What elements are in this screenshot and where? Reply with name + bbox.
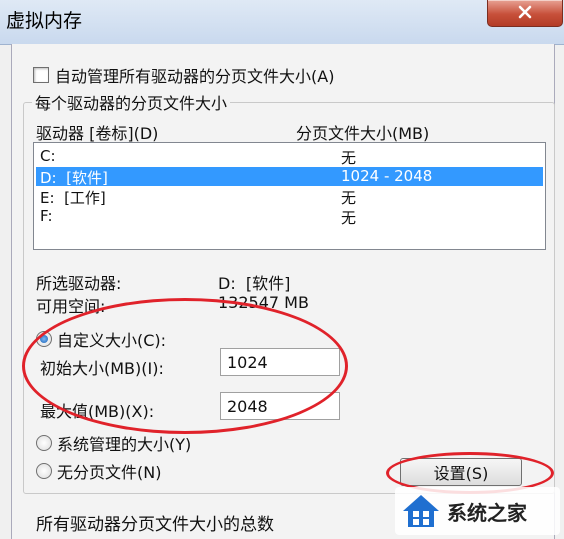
close-button[interactable] bbox=[487, 0, 563, 27]
watermark-logo-icon bbox=[403, 495, 439, 527]
total-section-label: 所有驱动器分页文件大小的总数 bbox=[36, 515, 274, 535]
auto-manage-checkbox[interactable] bbox=[33, 67, 49, 83]
watermark-text: 系统之家 bbox=[447, 500, 527, 525]
selected-drive-label: 所选驱动器: bbox=[36, 274, 122, 293]
drive-row-e[interactable]: E: [工作] 无 bbox=[36, 187, 543, 207]
drive-row-c[interactable]: C: 无 bbox=[36, 147, 543, 167]
drive-name: D: [软件] bbox=[40, 169, 108, 187]
drive-row-d[interactable]: D: [软件] 1024 - 2048 bbox=[36, 167, 543, 187]
free-space-value: 132547 MB bbox=[218, 293, 309, 312]
group-legend: 每个驱动器的分页文件大小 bbox=[32, 90, 231, 114]
system-managed-label: 系统管理的大小(Y) bbox=[57, 435, 192, 454]
system-managed-radio-row[interactable]: 系统管理的大小(Y) bbox=[36, 433, 192, 454]
no-paging-radio[interactable] bbox=[36, 463, 52, 479]
drive-paging-size: 1024 - 2048 bbox=[341, 167, 433, 185]
drive-paging-size: 无 bbox=[341, 189, 357, 207]
selected-drive-value: D: [软件] bbox=[218, 274, 291, 293]
initial-size-input[interactable]: 1024 bbox=[220, 348, 340, 376]
set-button[interactable]: 设置(S) bbox=[400, 458, 522, 486]
max-size-input[interactable]: 2048 bbox=[220, 392, 340, 420]
max-size-label: 最大值(MB)(X): bbox=[40, 402, 155, 421]
drive-paging-size: 无 bbox=[341, 209, 357, 227]
system-managed-radio[interactable] bbox=[36, 435, 52, 451]
column-header-size: 分页文件大小(MB) bbox=[296, 124, 430, 143]
no-paging-label: 无分页文件(N) bbox=[57, 463, 162, 482]
auto-manage-label: 自动管理所有驱动器的分页文件大小(A) bbox=[55, 67, 335, 86]
drive-name: C: bbox=[40, 147, 56, 165]
drive-paging-size: 无 bbox=[341, 149, 357, 167]
no-paging-radio-row[interactable]: 无分页文件(N) bbox=[36, 461, 162, 482]
close-icon bbox=[518, 5, 532, 19]
drive-name: F: bbox=[40, 207, 53, 225]
column-header-drive: 驱动器 [卷标](D) bbox=[36, 124, 159, 143]
custom-size-radio[interactable] bbox=[36, 331, 52, 347]
title-bar: 虚拟内存 bbox=[0, 0, 564, 45]
window-title: 虚拟内存 bbox=[6, 10, 83, 32]
watermark: 系统之家 bbox=[395, 487, 560, 535]
drive-name: E: [工作] bbox=[40, 189, 106, 207]
custom-size-label: 自定义大小(C): bbox=[57, 331, 167, 350]
initial-size-label: 初始大小(MB)(I): bbox=[40, 359, 164, 378]
custom-size-radio-row[interactable]: 自定义大小(C): bbox=[36, 329, 167, 350]
free-space-label: 可用空间: bbox=[36, 297, 106, 316]
drive-listbox[interactable]: C: 无 D: [软件] 1024 - 2048 E: [工作] 无 F: 无 bbox=[33, 142, 546, 250]
drive-row-f[interactable]: F: 无 bbox=[36, 207, 543, 227]
auto-manage-checkbox-row[interactable]: 自动管理所有驱动器的分页文件大小(A) bbox=[33, 64, 334, 86]
